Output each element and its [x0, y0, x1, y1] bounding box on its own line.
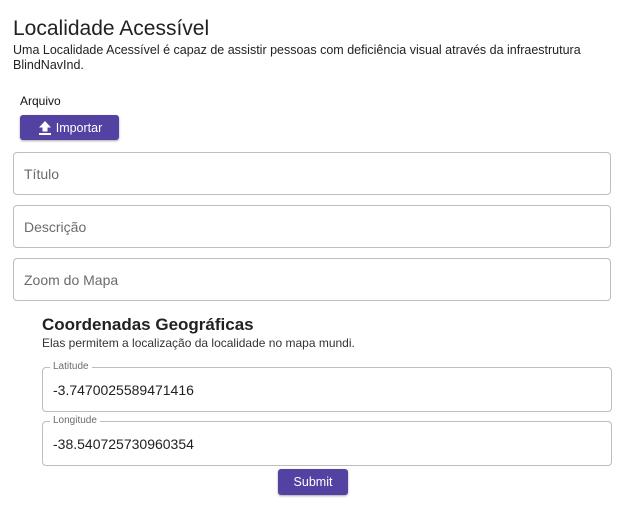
import-button[interactable]: Importar	[20, 115, 119, 140]
longitude-field: Longitude	[42, 415, 612, 466]
title-input[interactable]	[14, 153, 610, 194]
longitude-input[interactable]	[43, 422, 611, 465]
page-subtitle: Uma Localidade Acessível é capaz de assi…	[13, 43, 581, 72]
zoom-input[interactable]	[14, 259, 610, 300]
description-field	[13, 205, 611, 248]
file-label: Arquivo	[20, 94, 61, 108]
latitude-field: Latitude	[42, 361, 612, 412]
coordinates-subtitle: Elas permitem a localização da localidad…	[42, 336, 355, 350]
latitude-input[interactable]	[43, 368, 611, 411]
description-input[interactable]	[14, 206, 610, 247]
page-title: Localidade Acessível	[13, 17, 210, 40]
import-button-label: Importar	[55, 120, 103, 135]
upload-icon	[37, 120, 53, 136]
zoom-field	[13, 258, 611, 301]
title-field	[13, 152, 611, 195]
submit-button[interactable]: Submit	[278, 469, 348, 495]
coordinates-title: Coordenadas Geográficas	[42, 315, 254, 334]
